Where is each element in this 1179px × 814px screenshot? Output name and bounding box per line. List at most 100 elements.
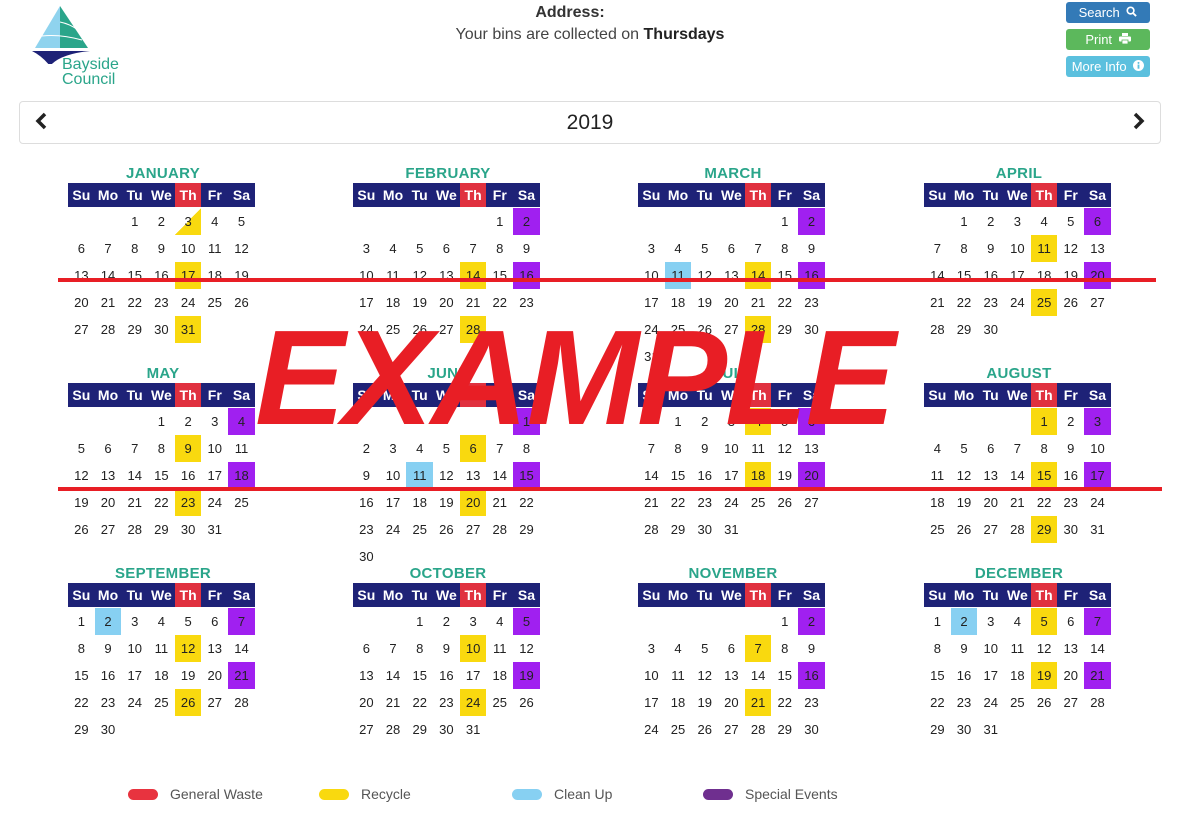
day-cell[interactable]: 13 [95, 462, 122, 489]
day-cell-special-event[interactable]: 7 [228, 608, 255, 635]
day-cell[interactable]: 26 [771, 489, 798, 516]
day-cell[interactable]: 27 [1084, 289, 1111, 316]
day-cell[interactable]: 11 [228, 435, 255, 462]
day-cell[interactable]: 7 [460, 235, 487, 262]
day-cell[interactable]: 19 [68, 489, 95, 516]
day-cell[interactable]: 19 [406, 289, 433, 316]
day-cell-recycle[interactable]: 7 [744, 635, 772, 662]
day-cell[interactable]: 3 [201, 408, 228, 435]
day-cell[interactable]: 13 [798, 435, 825, 462]
day-cell[interactable]: 11 [486, 635, 513, 662]
day-cell[interactable]: 13 [460, 462, 487, 489]
day-cell[interactable]: 30 [977, 316, 1004, 343]
day-cell[interactable]: 16 [353, 489, 380, 516]
day-cell-recycle[interactable]: 20 [459, 489, 487, 516]
day-cell[interactable]: 17 [353, 289, 380, 316]
day-cell[interactable]: 9 [95, 635, 122, 662]
day-cell[interactable]: 6 [718, 235, 745, 262]
day-cell[interactable]: 4 [148, 608, 175, 635]
day-cell[interactable]: 13 [718, 662, 745, 689]
day-cell[interactable]: 27 [798, 489, 825, 516]
day-cell[interactable]: 8 [121, 235, 148, 262]
day-cell[interactable]: 9 [951, 635, 978, 662]
day-cell-special-event[interactable]: 21 [228, 662, 255, 689]
day-cell[interactable]: 25 [406, 516, 433, 543]
day-cell-recycle[interactable]: 12 [174, 635, 202, 662]
day-cell[interactable]: 6 [1057, 608, 1084, 635]
day-cell-recycle[interactable]: 18 [744, 462, 772, 489]
day-cell[interactable]: 7 [486, 435, 513, 462]
day-cell[interactable]: 5 [228, 208, 255, 235]
day-cell-recycle[interactable]: 23 [174, 489, 202, 516]
day-cell[interactable]: 25 [665, 316, 692, 343]
day-cell[interactable]: 13 [1057, 635, 1084, 662]
day-cell[interactable]: 6 [718, 635, 745, 662]
day-cell[interactable]: 25 [228, 489, 255, 516]
day-cell[interactable]: 2 [148, 208, 175, 235]
day-cell[interactable]: 17 [201, 462, 228, 489]
day-cell-clean-up[interactable]: 11 [406, 462, 434, 489]
day-cell[interactable]: 8 [406, 635, 433, 662]
day-cell[interactable]: 5 [68, 435, 95, 462]
day-cell[interactable]: 27 [68, 316, 95, 343]
day-cell[interactable]: 15 [121, 262, 148, 289]
day-cell-special-event[interactable]: 6 [1084, 208, 1111, 235]
day-cell[interactable]: 21 [121, 489, 148, 516]
day-cell[interactable]: 20 [1057, 662, 1084, 689]
day-cell[interactable]: 5 [691, 635, 718, 662]
day-cell[interactable]: 21 [924, 289, 951, 316]
next-year-button[interactable] [1124, 108, 1152, 136]
day-cell[interactable]: 28 [121, 516, 148, 543]
day-cell[interactable]: 17 [718, 462, 745, 489]
day-cell[interactable]: 30 [1057, 516, 1084, 543]
day-cell[interactable]: 31 [460, 716, 487, 743]
day-cell[interactable]: 13 [68, 262, 95, 289]
day-cell[interactable]: 28 [486, 516, 513, 543]
day-cell-recycle[interactable]: 5 [1030, 608, 1058, 635]
day-cell[interactable]: 22 [771, 689, 798, 716]
day-cell[interactable]: 15 [951, 262, 978, 289]
day-cell[interactable]: 23 [798, 289, 825, 316]
day-cell[interactable]: 12 [1057, 235, 1084, 262]
day-cell[interactable]: 4 [406, 435, 433, 462]
day-cell[interactable]: 9 [513, 235, 540, 262]
day-cell[interactable]: 23 [691, 489, 718, 516]
day-cell[interactable]: 22 [771, 289, 798, 316]
day-cell[interactable]: 31 [1084, 516, 1111, 543]
day-cell[interactable]: 16 [691, 462, 718, 489]
day-cell-recycle[interactable]: 11 [1030, 235, 1058, 262]
day-cell[interactable]: 25 [745, 489, 772, 516]
day-cell[interactable]: 10 [1084, 435, 1111, 462]
day-cell[interactable]: 3 [460, 608, 487, 635]
day-cell[interactable]: 24 [638, 316, 665, 343]
day-cell[interactable]: 8 [486, 235, 513, 262]
day-cell[interactable]: 9 [977, 235, 1004, 262]
day-cell[interactable]: 1 [771, 608, 798, 635]
day-cell-special-event[interactable]: 16 [798, 662, 825, 689]
day-cell[interactable]: 14 [924, 262, 951, 289]
day-cell[interactable]: 3 [718, 408, 745, 435]
day-cell[interactable]: 19 [175, 662, 202, 689]
day-cell[interactable]: 4 [1031, 208, 1058, 235]
day-cell[interactable]: 11 [665, 662, 692, 689]
day-cell[interactable]: 29 [148, 516, 175, 543]
day-cell[interactable]: 13 [718, 262, 745, 289]
day-cell[interactable]: 14 [228, 635, 255, 662]
day-cell[interactable]: 5 [175, 608, 202, 635]
day-cell[interactable]: 19 [771, 462, 798, 489]
day-cell[interactable]: 16 [1057, 462, 1084, 489]
day-cell[interactable]: 9 [691, 435, 718, 462]
day-cell-recycle[interactable]: 4 [744, 408, 772, 435]
day-cell[interactable]: 29 [121, 316, 148, 343]
day-cell[interactable]: 22 [486, 289, 513, 316]
day-cell[interactable]: 14 [380, 662, 407, 689]
day-cell[interactable]: 29 [513, 516, 540, 543]
day-cell[interactable]: 3 [380, 435, 407, 462]
day-cell[interactable]: 21 [638, 489, 665, 516]
day-cell[interactable]: 10 [201, 435, 228, 462]
day-cell[interactable]: 7 [638, 435, 665, 462]
day-cell[interactable]: 10 [638, 262, 665, 289]
day-cell[interactable]: 3 [638, 235, 665, 262]
day-cell[interactable]: 5 [1057, 208, 1084, 235]
day-cell[interactable]: 3 [353, 235, 380, 262]
